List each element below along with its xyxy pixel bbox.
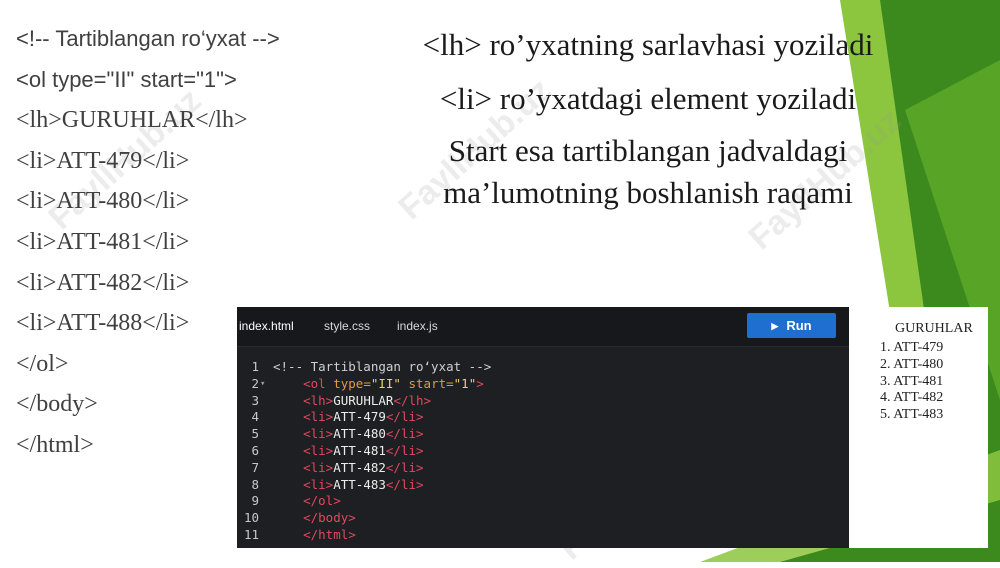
tab-index-html[interactable]: index.html [239, 307, 294, 346]
code-line: 7 <li>ATT-482</li> [237, 460, 849, 477]
line-number: 10 [243, 510, 259, 526]
code-text-line: <li>ATT-480</li> [16, 188, 190, 215]
code-token: start= [408, 375, 454, 391]
code-token: "II" [370, 375, 409, 391]
play-icon: ▶ [771, 321, 779, 331]
output-preview: GURUHLAR 1. ATT-479 2. ATT-480 3. ATT-48… [849, 307, 988, 548]
line-number: 5 [251, 426, 259, 442]
code-line: 6 <li>ATT-481</li> [237, 443, 849, 460]
code-token: </lh> [393, 392, 432, 408]
code-area[interactable]: 1 <!-- Tartiblangan ro‘yxat --> 2 ▾ <ol typ… [237, 359, 849, 544]
line-number: 7 [251, 459, 259, 475]
code-token: ATT-479 [333, 409, 386, 425]
run-button[interactable]: ▶ Run [747, 313, 836, 338]
code-line: 4 <li>ATT-479</li> [237, 409, 849, 426]
code-content: <!-- Tartiblangan ro‘yxat --> [273, 359, 491, 376]
code-token: </html> [273, 526, 356, 542]
line-number: 4 [251, 409, 259, 425]
code-token: <li> [273, 476, 334, 492]
code-token: </li> [385, 459, 424, 475]
preview-list-item: 5. ATT-483 [880, 407, 944, 423]
code-token: </li> [385, 476, 424, 492]
description-line: Start esa tartiblangan jadvaldagi [448, 133, 848, 168]
code-text-line: <li>ATT-479</li> [16, 147, 190, 174]
preview-list-item: 3. ATT-481 [880, 373, 944, 389]
code-text-line: <ol type="II" start="1"> [16, 66, 237, 92]
code-line: 8 <li>ATT-483</li> [237, 477, 849, 494]
preview-list-item: 2. ATT-480 [880, 356, 944, 372]
line-number: 8 [251, 476, 259, 492]
code-line: 11 </html> [237, 527, 849, 544]
code-content: </html> [273, 527, 356, 544]
code-token: ATT-480 [333, 426, 386, 442]
code-token: ATT-482 [333, 459, 386, 475]
slide-description: <lh> ro’yxatning sarlavhasi yoziladi <li… [380, 22, 916, 214]
code-line: 3 <lh>GURUHLAR</lh> [237, 393, 849, 410]
code-token: </li> [385, 442, 424, 458]
line-number: 1 [251, 359, 259, 374]
code-token: <ol [273, 375, 334, 391]
line-number: 9 [251, 493, 259, 509]
code-content: <li>ATT-483</li> [273, 476, 424, 494]
code-content: </ol> [273, 493, 341, 510]
code-content: <li>ATT-482</li> [273, 459, 424, 477]
code-token: <li> [273, 442, 334, 458]
description-line: <lh> ro’yxatning sarlavhasi yoziladi [422, 27, 874, 62]
preview-list-header: GURUHLAR [895, 321, 973, 336]
editor-tab-bar: index.html style.css index.js ▶ Run [237, 307, 849, 347]
code-token: <li> [273, 426, 334, 442]
description-line: ma’lumotning boshlanish raqami [443, 175, 853, 210]
code-token: <lh> [273, 392, 334, 408]
code-editor: index.html style.css index.js ▶ Run 1 <!--… [237, 307, 849, 548]
line-number: 11 [243, 526, 259, 542]
code-token: type= [333, 375, 371, 391]
code-text-line: <li>ATT-482</li> [16, 269, 190, 296]
line-number: 3 [251, 392, 259, 408]
code-token: </li> [385, 409, 424, 425]
preview-ordered-list: 1. ATT-479 2. ATT-480 3. ATT-481 4. ATT-… [880, 340, 943, 424]
tab-style-css[interactable]: style.css [324, 307, 370, 346]
code-line: 5 <li>ATT-480</li> [237, 426, 849, 443]
code-token: <li> [273, 409, 334, 425]
code-token: <li> [273, 459, 334, 475]
code-content: <li>ATT-480</li> [273, 426, 424, 443]
description-line: <li> ro’yxatdagi element yoziladi [439, 81, 857, 116]
code-line: 10 </body> [237, 510, 849, 527]
fold-chevron-icon[interactable]: ▾ [260, 376, 265, 393]
code-token: </ol> [273, 493, 341, 509]
code-content: <li>ATT-479</li> [273, 409, 424, 426]
code-content: <lh>GURUHLAR</lh> [273, 393, 431, 410]
code-token: "1" [453, 375, 477, 391]
line-number: 2 [251, 375, 259, 391]
tab-index-js[interactable]: index.js [397, 307, 438, 346]
code-text-line: <li>ATT-481</li> [16, 228, 190, 255]
code-token: </li> [385, 426, 424, 442]
code-token: > [476, 375, 484, 391]
code-token: </body> [273, 510, 356, 526]
preview-list-item: 4. ATT-482 [880, 390, 944, 406]
code-line: 9 </ol> [237, 493, 849, 510]
code-content: </body> [273, 510, 356, 527]
code-text-line: <!-- Tartiblangan ro‘yxat --> [16, 26, 280, 51]
line-number: 6 [251, 442, 259, 458]
code-token: GURUHLAR [333, 392, 394, 408]
preview-list-item: 1. ATT-479 [880, 340, 944, 355]
run-label: Run [786, 318, 812, 333]
code-line: 2 ▾ <ol type="II" start="1"> [237, 376, 849, 393]
code-text-line: <lh>GURUHLAR</lh> [16, 107, 248, 134]
code-token: ATT-483 [333, 476, 386, 492]
code-token: <!-- Tartiblangan ro‘yxat --> [273, 359, 492, 374]
code-content: <li>ATT-481</li> [273, 442, 424, 460]
code-content: <ol type="II" start="1"> [273, 376, 484, 393]
code-line: 1 <!-- Tartiblangan ro‘yxat --> [237, 359, 849, 376]
code-token: ATT-481 [333, 442, 386, 458]
